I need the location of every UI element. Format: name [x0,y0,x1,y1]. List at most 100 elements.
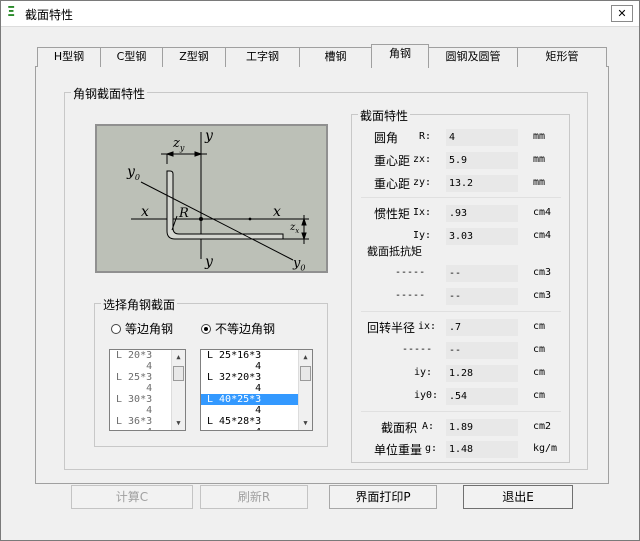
value-ix-moment: .93 [446,205,518,222]
tab-channel[interactable]: 槽钢 [299,47,372,67]
radio-unequal-angle[interactable]: 不等边角钢 [201,320,275,337]
label-w1: ----- [395,267,426,278]
list-item[interactable]: 4 [110,427,152,430]
window-title: 截面特性 [25,8,74,22]
list-item[interactable]: 4 [201,361,299,372]
unequal-angle-list[interactable]: L 25*16*3 4 L 32*20*3 4 L 40*25*3 4 L 45… [200,349,313,431]
list-item[interactable]: L 25*16*3 [201,350,299,361]
sym-zx: zx: [413,154,432,165]
unit-iy-moment: cm4 [533,230,552,241]
radio-unequal-dot[interactable] [201,324,211,334]
value-ix-radius: .7 [446,319,518,336]
divider [361,411,561,412]
tab-h-steel[interactable]: H型钢 [37,47,101,67]
label-y-top: y [205,128,213,144]
radio-equal-angle[interactable]: 等边角钢 [111,320,173,337]
sym-zy: zy: [413,177,432,188]
radio-equal-dot[interactable] [111,324,121,334]
label-inertia: 惯性矩 [374,207,411,221]
angle-section-figure: zy y y0 x x R y y0 zx [95,124,328,273]
list-item[interactable]: 4 [201,427,299,430]
close-button[interactable]: ✕ [611,5,633,22]
list-item[interactable]: 4 [110,405,152,416]
unit-zx: mm [533,154,546,165]
sym-ix-moment: Ix: [413,207,432,218]
scroll-up-icon[interactable]: ▲ [172,351,185,363]
unit-ix-radius: cm [533,321,546,332]
value-unit-weight: 1.48 [446,441,518,458]
app-icon: Ξ [7,5,16,20]
list-item[interactable]: L 30*3 [110,394,152,405]
value-zx: 5.9 [446,152,518,169]
unit-dash: cm [533,344,546,355]
refresh-button[interactable]: 刷新R [200,485,308,509]
scroll-down-icon[interactable]: ▼ [299,417,312,429]
label-area: 截面积 [381,421,418,435]
divider [361,311,561,312]
unequal-list-scrollbar[interactable]: ▲ ▼ [298,350,312,430]
sym-a: A: [422,421,435,432]
label-y-bottom: y [205,254,213,270]
print-screen-button[interactable]: 界面打印P [329,485,437,509]
equal-angle-list[interactable]: L 20*3 4 L 25*3 4 L 30*3 4 L 36*3 4 ▲ ▼ [109,349,186,431]
tab-i-beam[interactable]: 工字钢 [225,47,300,67]
sym-iy-radius: iy: [414,367,433,378]
value-dash: -- [446,342,518,359]
exit-button[interactable]: 退出E [463,485,573,509]
label-fillet: 圆角 [374,131,399,145]
sym-iy-moment: Iy: [413,230,432,241]
unit-iy-radius: cm [533,367,546,378]
scroll-down-icon[interactable]: ▼ [172,417,185,429]
label-unit-weight: 单位重量 [374,443,423,457]
value-w2: -- [446,288,518,305]
sym-r: R: [419,131,432,142]
list-item[interactable]: 4 [201,405,299,416]
sym-g: g: [425,443,438,454]
list-item[interactable]: L 32*20*3 [201,372,299,383]
unit-r: mm [533,131,546,142]
label-y0-left: y0 [127,164,141,182]
unit-zy: mm [533,177,546,188]
value-zy: 13.2 [446,175,518,192]
angle-diagram [131,132,309,261]
label-section-modulus: 截面抵抗矩 [367,245,422,258]
list-item[interactable]: 4 [110,383,152,394]
tab-c-steel[interactable]: C型钢 [100,47,163,67]
value-r: 4 [446,129,518,146]
tab-rect-tube[interactable]: 矩形管 [517,47,607,67]
list-item[interactable]: L 45*28*3 [201,416,299,427]
angle-properties-title: 角钢截面特性 [71,85,148,102]
title-bar: Ξ 截面特性 ✕ [1,1,639,27]
tab-round[interactable]: 圆钢及圆管 [428,47,518,67]
value-iy-moment: 3.03 [446,228,518,245]
unit-iy0-radius: cm [533,390,546,401]
value-iy0-radius: .54 [446,388,518,405]
scroll-up-icon[interactable]: ▲ [299,351,312,363]
list-item[interactable]: L 36*3 [110,416,152,427]
scroll-thumb[interactable] [300,366,311,381]
sym-ix-radius: ix: [418,321,437,332]
unit-area: cm2 [533,421,552,432]
list-item[interactable]: L 25*3 [110,372,152,383]
unit-w1: cm3 [533,267,552,278]
list-item[interactable]: 4 [110,361,152,372]
select-section-title: 选择角钢截面 [101,296,178,313]
unit-ix-moment: cm4 [533,207,552,218]
label-x-left: x [141,204,149,220]
value-iy-radius: 1.28 [446,365,518,382]
calculate-button[interactable]: 计算C [71,485,193,509]
scroll-thumb[interactable] [173,366,184,381]
tab-z-steel[interactable]: Z型钢 [162,47,226,67]
label-centroid-zx: 重心距 [374,154,411,168]
list-item[interactable]: L 20*3 [110,350,152,361]
label-x-right: x [273,204,281,220]
tab-angle[interactable]: 角钢 [371,44,429,68]
label-dash: ----- [402,344,433,355]
equal-list-scrollbar[interactable]: ▲ ▼ [171,350,185,430]
list-item-selected[interactable]: L 40*25*3 [201,394,299,405]
centroid-marker [199,217,203,221]
list-item[interactable]: 4 [201,383,299,394]
label-zy: zy [173,136,185,153]
label-centroid-zy: 重心距 [374,177,411,191]
sym-iy0-radius: iy0: [414,390,439,401]
